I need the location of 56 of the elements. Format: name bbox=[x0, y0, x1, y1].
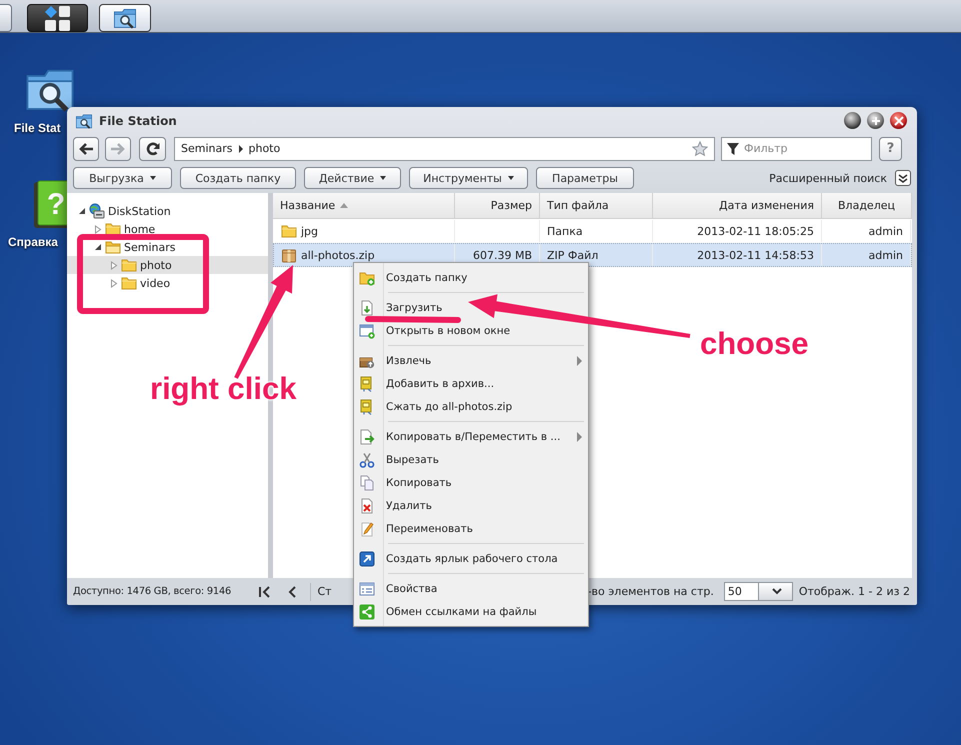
menu-item[interactable]: Извлечь bbox=[354, 349, 588, 372]
table-row[interactable]: jpg Папка 2013-02-11 18:05:25 admin bbox=[273, 219, 912, 243]
table-cell: admin bbox=[868, 248, 903, 262]
table-cell: 607.39 MB bbox=[472, 248, 532, 262]
tree-item[interactable]: DiskStation bbox=[67, 202, 268, 220]
toolbar-button[interactable]: Параметры bbox=[536, 167, 634, 189]
breadcrumb-item[interactable]: photo bbox=[248, 142, 280, 155]
toolbar-button[interactable]: Инструменты bbox=[409, 167, 528, 189]
menu-item[interactable]: Сжать до all-photos.zip bbox=[354, 395, 588, 418]
menu-item[interactable]: Обмен ссылками на файлы bbox=[354, 600, 588, 623]
menu-item[interactable]: Создать ярлык рабочего стола bbox=[354, 547, 588, 570]
display-range: Отображ. 1 - 2 из 2 bbox=[798, 585, 911, 598]
breadcrumb-item[interactable]: Seminars bbox=[181, 142, 232, 155]
menu-item[interactable]: Добавить в архив... bbox=[354, 372, 588, 395]
tree-item[interactable]: photo bbox=[67, 256, 268, 274]
table-cell: Папка bbox=[547, 224, 583, 238]
table-cell: 2013-02-11 18:05:25 bbox=[697, 224, 814, 238]
menu-item[interactable]: Копировать в/Переместить в ... bbox=[354, 425, 588, 448]
table-cell: 2013-02-11 14:58:53 bbox=[697, 248, 814, 262]
menu-item[interactable]: Удалить bbox=[354, 494, 588, 517]
table-cell: all-photos.zip bbox=[301, 248, 375, 262]
menu-item[interactable]: Вырезать bbox=[354, 448, 588, 471]
table-cell: jpg bbox=[301, 224, 318, 238]
filter-field[interactable]: Фильтр bbox=[721, 136, 872, 160]
help-button[interactable]: ? bbox=[879, 136, 902, 160]
storage-info: Доступно: 1476 GB, всего: 9146 bbox=[72, 586, 232, 597]
page-size-select[interactable]: 50 bbox=[724, 582, 793, 601]
path-field[interactable]: Seminars photo bbox=[174, 136, 715, 160]
window-title: File Station bbox=[99, 114, 178, 128]
tree-item[interactable]: video bbox=[67, 274, 268, 292]
column-header[interactable]: Владелец bbox=[822, 193, 912, 218]
column-header[interactable]: Размер bbox=[455, 193, 540, 218]
table-cell: ZIP Файл bbox=[547, 248, 598, 262]
annotation-label: choose bbox=[700, 326, 809, 362]
column-header[interactable]: Тип файла bbox=[540, 193, 653, 218]
menu-item[interactable]: Копировать bbox=[354, 471, 588, 494]
menu-item[interactable]: Переименовать bbox=[354, 517, 588, 540]
page-label: Ст bbox=[317, 585, 332, 598]
menu-item[interactable]: Открыть в новом окне bbox=[354, 319, 588, 342]
advanced-search-link[interactable]: Расширенный поиск bbox=[769, 172, 887, 184]
tree-item[interactable]: home bbox=[67, 220, 268, 238]
toolbar-button[interactable]: Действие bbox=[304, 167, 401, 189]
menu-item[interactable]: Создать папку bbox=[354, 266, 588, 289]
tree-item[interactable]: Seminars bbox=[67, 238, 268, 256]
page-size-label: -во элементов на стр. bbox=[588, 585, 714, 598]
column-header[interactable]: Дата изменения bbox=[653, 193, 822, 218]
toolbar-button[interactable]: Создать папку bbox=[180, 167, 296, 189]
toolbar-button[interactable]: Выгрузка bbox=[73, 167, 172, 189]
desktop-icon-label[interactable]: Справка bbox=[8, 235, 58, 249]
annotation-label: right click bbox=[150, 371, 296, 407]
table-cell: admin bbox=[868, 224, 903, 238]
menu-item[interactable]: Свойства bbox=[354, 577, 588, 600]
column-header[interactable]: Название bbox=[273, 193, 455, 218]
table-row[interactable]: all-photos.zip 607.39 MB ZIP Файл 2013-02-11 14:58:53 admin bbox=[273, 243, 912, 267]
desktop-icon-label[interactable]: File Stat bbox=[14, 121, 61, 135]
menu-item[interactable]: Загрузить bbox=[354, 296, 588, 319]
